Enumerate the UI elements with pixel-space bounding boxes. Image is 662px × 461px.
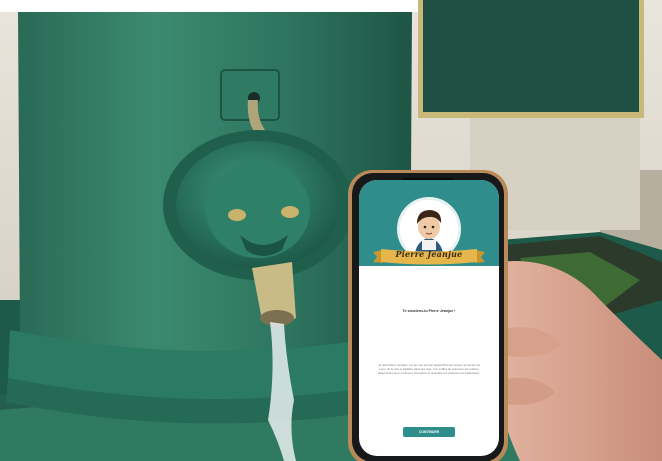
character-name: Pierre Jeanjue [395,249,463,259]
phone-screen: Pierre Jeanjue Te souviens-tu Pierre Jea… [359,180,499,456]
intro-text: Je suis Pierre Jeanjue. Ce jeu me permet… [377,363,481,375]
phone-app: Pierre Jeanjue Te souviens-tu Pierre Jea… [0,0,662,461]
continue-button[interactable]: CONTINUER [403,427,455,437]
welcome-text: Te souviens-tu Pierre Jeanjue ! [402,309,456,313]
